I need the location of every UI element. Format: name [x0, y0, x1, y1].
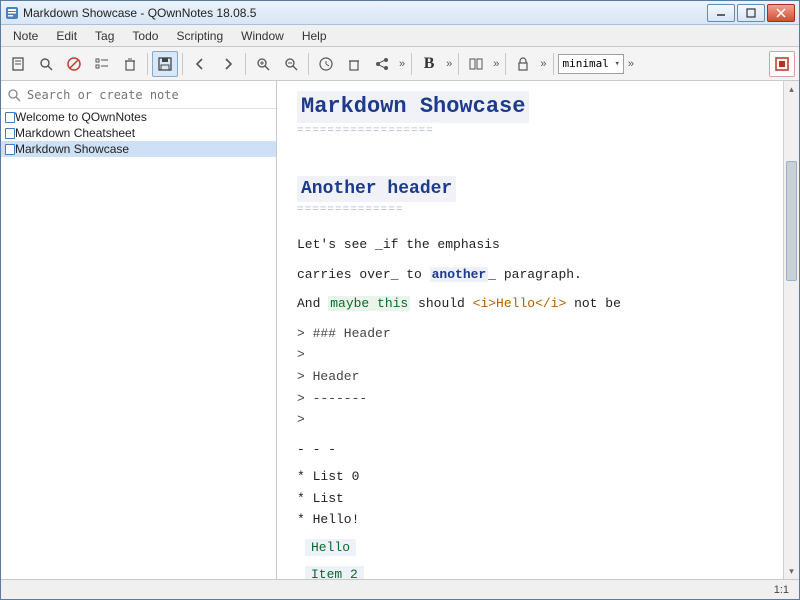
blockquote-line: > Header — [297, 368, 769, 386]
toolbar-separator — [553, 53, 554, 75]
menu-bar: Note Edit Tag Todo Scripting Window Help — [1, 25, 799, 47]
note-item[interactable]: Markdown Cheatsheet — [1, 125, 276, 141]
blockquote-line: > ------- — [297, 390, 769, 408]
editor-line: carries over_ to another_ paragraph. — [297, 266, 769, 284]
share-button[interactable] — [369, 51, 395, 77]
toolbar-separator — [505, 53, 506, 75]
scroll-up-icon[interactable]: ▴ — [784, 81, 799, 97]
menu-edit[interactable]: Edit — [48, 27, 85, 45]
checklist-button[interactable] — [89, 51, 115, 77]
code-line: Item 2 — [297, 566, 769, 579]
blockquote-line: > ### Header — [297, 325, 769, 343]
list-item-line: * Hello! — [297, 511, 769, 529]
menu-todo[interactable]: Todo — [124, 27, 166, 45]
note-list: Welcome to QOwnNotes Markdown Cheatsheet… — [1, 109, 276, 579]
editor-line: - - - — [297, 441, 769, 459]
minimize-button[interactable] — [707, 4, 735, 22]
code-line: Hello — [297, 539, 769, 557]
overflow-icon[interactable]: » — [538, 58, 548, 70]
close-button[interactable] — [767, 4, 795, 22]
list-item-line: * List 0 — [297, 468, 769, 486]
zoom-in-button[interactable] — [250, 51, 276, 77]
window-title: Markdown Showcase - QOwnNotes 18.08.5 — [23, 6, 707, 20]
status-bar: 1:1 — [1, 579, 799, 599]
vertical-scrollbar[interactable]: ▴ ▾ — [783, 81, 799, 579]
note-item[interactable]: Markdown Showcase — [1, 141, 276, 157]
trash-button[interactable] — [117, 51, 143, 77]
markdown-editor[interactable]: Markdown Showcase ================== Ano… — [277, 81, 783, 579]
zoom-out-button[interactable] — [278, 51, 304, 77]
editor-line: Let's see _if the emphasis — [297, 236, 769, 254]
new-note-button[interactable] — [5, 51, 31, 77]
app-window: Markdown Showcase - QOwnNotes 18.08.5 No… — [0, 0, 800, 600]
overflow-icon[interactable]: » — [491, 58, 501, 70]
blockquote-line: > — [297, 346, 769, 364]
forward-button[interactable] — [215, 51, 241, 77]
toolbar-separator — [458, 53, 459, 75]
toolbar-separator — [308, 53, 309, 75]
overflow-icon[interactable]: » — [444, 58, 454, 70]
toolbar-separator — [245, 53, 246, 75]
menu-help[interactable]: Help — [294, 27, 335, 45]
heading-underline: ================== — [297, 124, 769, 139]
toolbar: » B » » » minimal » — [1, 47, 799, 81]
editor-wrap: Markdown Showcase ================== Ano… — [277, 81, 799, 579]
menu-window[interactable]: Window — [233, 27, 292, 45]
bold-button[interactable]: B — [416, 51, 442, 77]
overflow-icon[interactable]: » — [397, 58, 407, 70]
list-item-line: * List — [297, 490, 769, 508]
heading-underline: ============== — [297, 203, 769, 218]
blockquote-line: > — [297, 411, 769, 429]
schema-value: minimal — [563, 57, 609, 70]
distraction-free-button[interactable] — [769, 51, 795, 77]
save-button[interactable] — [152, 51, 178, 77]
note-sidebar: Welcome to QOwnNotes Markdown Cheatsheet… — [1, 81, 277, 579]
search-icon — [7, 88, 21, 102]
overflow-icon[interactable]: » — [626, 58, 636, 70]
toolbar-separator — [411, 53, 412, 75]
forbidden-button[interactable] — [61, 51, 87, 77]
note-item[interactable]: Welcome to QOwnNotes — [1, 109, 276, 125]
search-button[interactable] — [33, 51, 59, 77]
menu-tag[interactable]: Tag — [87, 27, 122, 45]
trash2-button[interactable] — [341, 51, 367, 77]
panel-button[interactable] — [463, 51, 489, 77]
back-button[interactable] — [187, 51, 213, 77]
menu-scripting[interactable]: Scripting — [168, 27, 231, 45]
window-controls — [707, 4, 795, 22]
scroll-thumb[interactable] — [786, 161, 797, 281]
menu-note[interactable]: Note — [5, 27, 46, 45]
cursor-position: 1:1 — [774, 584, 789, 596]
maximize-button[interactable] — [737, 4, 765, 22]
app-icon — [5, 6, 19, 20]
toolbar-separator — [182, 53, 183, 75]
search-row — [1, 81, 276, 109]
heading-1: Markdown Showcase — [297, 91, 529, 123]
history-button[interactable] — [313, 51, 339, 77]
lock-button[interactable] — [510, 51, 536, 77]
heading-2: Another header — [297, 176, 456, 202]
editor-line: And maybe this should <i>Hello</i> not b… — [297, 295, 769, 313]
window-titlebar[interactable]: Markdown Showcase - QOwnNotes 18.08.5 — [1, 1, 799, 25]
toolbar-separator — [147, 53, 148, 75]
schema-dropdown[interactable]: minimal — [558, 54, 624, 74]
body-area: Welcome to QOwnNotes Markdown Cheatsheet… — [1, 81, 799, 579]
search-input[interactable] — [27, 88, 270, 102]
scroll-down-icon[interactable]: ▾ — [784, 563, 799, 579]
